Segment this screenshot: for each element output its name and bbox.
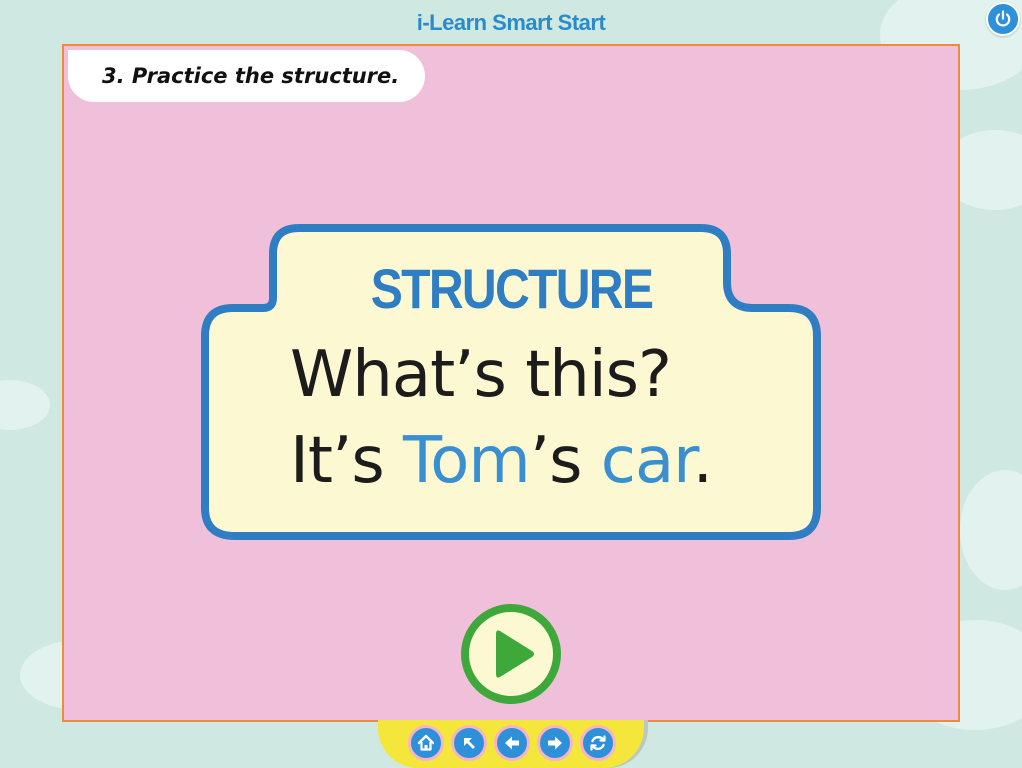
navigation-bar: [378, 720, 644, 768]
structure-question: What’s this?: [290, 338, 672, 412]
back-button[interactable]: [494, 725, 530, 761]
home-icon: [417, 734, 435, 751]
power-icon: [995, 10, 1011, 27]
background-cloud: [0, 380, 50, 430]
arrow-up-left-icon: [464, 738, 475, 749]
home-button[interactable]: [408, 725, 444, 761]
arrow-left-icon: [505, 736, 519, 750]
up-button[interactable]: [451, 725, 487, 761]
answer-highlight-name: Tom: [403, 424, 531, 498]
play-button[interactable]: [460, 603, 562, 705]
answer-suffix: .: [692, 424, 713, 498]
structure-heading: STRUCTURE: [370, 257, 654, 320]
answer-possessive: ’s: [529, 424, 601, 498]
lesson-panel: 3. Practice the structure. STRUCTURE Wha…: [62, 44, 960, 722]
refresh-button[interactable]: [580, 725, 616, 761]
next-button[interactable]: [537, 725, 573, 761]
arrow-right-icon: [548, 736, 562, 750]
answer-highlight-object: car: [600, 424, 694, 498]
app-title: i-Learn Smart Start: [416, 10, 606, 35]
answer-prefix: It’s: [290, 424, 403, 498]
instruction-banner: 3. Practice the structure.: [68, 50, 425, 102]
structure-answer: It’s Tom’s car.: [290, 424, 713, 498]
refresh-icon: [590, 735, 606, 751]
power-button[interactable]: [986, 2, 1020, 36]
background-cloud: [960, 470, 1022, 590]
